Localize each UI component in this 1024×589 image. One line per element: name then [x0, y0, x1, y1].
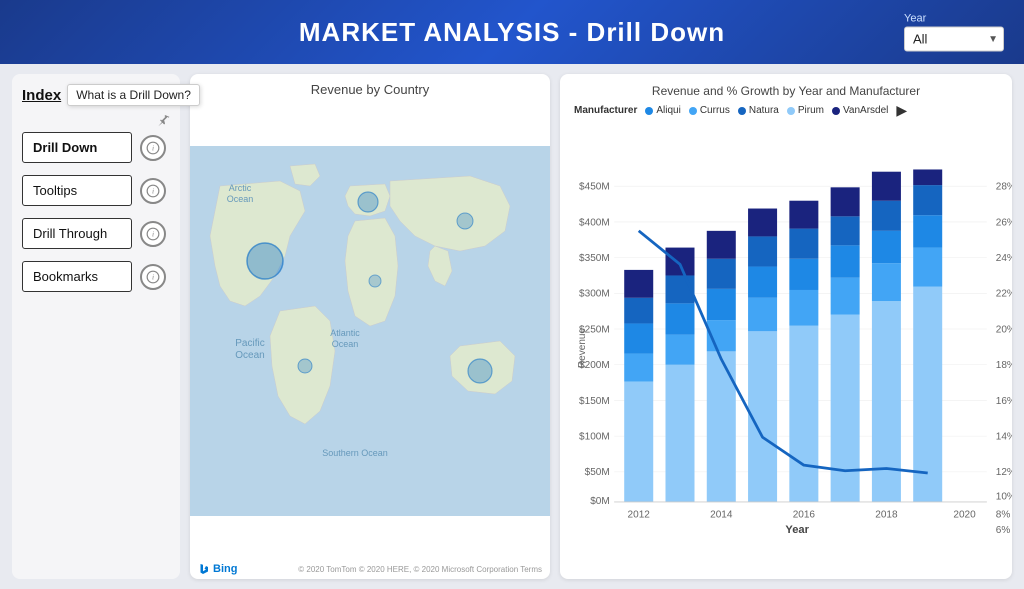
svg-text:$0M: $0M	[590, 496, 610, 507]
svg-text:$50M: $50M	[585, 467, 610, 478]
svg-text:14%: 14%	[996, 431, 1012, 442]
svg-text:i: i	[152, 143, 154, 152]
svg-text:Atlantic: Atlantic	[330, 328, 360, 338]
bar-2017[interactable]	[831, 187, 860, 502]
legend-currus: Currus	[689, 105, 730, 116]
map-title: Revenue by Country	[190, 74, 550, 101]
svg-text:$300M: $300M	[579, 289, 610, 300]
manufacturer-label: Manufacturer	[574, 105, 637, 116]
svg-text:i: i	[152, 186, 154, 195]
pirum-label: Pirum	[798, 105, 824, 116]
drill-down-tooltip: What is a Drill Down?	[67, 84, 200, 106]
svg-text:$450M: $450M	[579, 182, 610, 193]
svg-text:Pacific: Pacific	[235, 338, 264, 349]
bar-2019[interactable]	[913, 169, 942, 502]
natura-dot	[738, 107, 746, 115]
drill-down-info-icon[interactable]: i	[140, 135, 166, 161]
svg-text:2020: 2020	[953, 510, 976, 521]
legend-natura: Natura	[738, 105, 779, 116]
svg-text:Revenue: Revenue	[577, 328, 588, 369]
svg-text:10%: 10%	[996, 492, 1012, 503]
aliqui-label: Aliqui	[656, 105, 680, 116]
tooltips-button[interactable]: Tooltips	[22, 175, 132, 206]
svg-text:$400M: $400M	[579, 217, 610, 228]
bar-2012[interactable]	[624, 270, 653, 502]
svg-text:$150M: $150M	[579, 396, 610, 407]
header: MARKET ANALYSIS - Drill Down Year All 20…	[0, 0, 1024, 64]
svg-text:Arctic: Arctic	[229, 183, 252, 193]
aliqui-dot	[645, 107, 653, 115]
svg-text:Year: Year	[785, 524, 809, 536]
svg-text:Ocean: Ocean	[235, 350, 264, 361]
bar-2014[interactable]	[707, 231, 736, 502]
nav-item-drill-through: Drill Through i	[22, 218, 170, 249]
svg-text:24%: 24%	[996, 253, 1012, 264]
pirum-dot	[787, 107, 795, 115]
year-control: Year All 2012 2013 2014 2015 2016 2017 2…	[904, 13, 1004, 52]
main-content: Index What is a Drill Down? Drill Down i…	[0, 64, 1024, 589]
svg-text:i: i	[152, 229, 154, 238]
map-panel: Revenue by Country	[190, 74, 550, 579]
svg-text:20%: 20%	[996, 324, 1012, 335]
legend-aliqui: Aliqui	[645, 105, 680, 116]
chart-panel: Revenue and % Growth by Year and Manufac…	[560, 74, 1012, 579]
bookmarks-info-icon[interactable]: i	[140, 264, 166, 290]
bar-2018[interactable]	[872, 172, 901, 502]
svg-text:22%: 22%	[996, 289, 1012, 300]
nav-item-bookmarks: Bookmarks i	[22, 261, 170, 292]
chart-legend: Manufacturer Aliqui Currus Natura Pirum …	[574, 102, 998, 119]
currus-label: Currus	[700, 105, 730, 116]
svg-text:16%: 16%	[996, 396, 1012, 407]
bing-logo: Bing	[198, 563, 237, 575]
svg-text:2016: 2016	[793, 510, 816, 521]
page-title: MARKET ANALYSIS - Drill Down	[299, 17, 725, 48]
bar-chart-svg: $450M $400M $350M $300M $250M $200M $150…	[574, 125, 998, 571]
svg-text:26%: 26%	[996, 217, 1012, 228]
bookmarks-button[interactable]: Bookmarks	[22, 261, 132, 292]
bar-2015[interactable]	[748, 209, 777, 502]
legend-pirum: Pirum	[787, 105, 824, 116]
svg-text:6%: 6%	[996, 525, 1011, 536]
pin-icon	[22, 114, 170, 128]
natura-label: Natura	[749, 105, 779, 116]
drill-through-info-icon[interactable]: i	[140, 221, 166, 247]
sidebar: Index What is a Drill Down? Drill Down i…	[12, 74, 180, 579]
nav-item-tooltips: Tooltips i	[22, 175, 170, 206]
svg-text:12%: 12%	[996, 467, 1012, 478]
map-container[interactable]: Pacific Ocean Arctic Ocean Atlantic Ocea…	[190, 101, 550, 561]
chart-title: Revenue and % Growth by Year and Manufac…	[574, 84, 998, 98]
index-label: Index	[22, 87, 61, 104]
drill-down-button[interactable]: Drill Down	[22, 132, 132, 163]
svg-text:2012: 2012	[628, 510, 651, 521]
drill-through-button[interactable]: Drill Through	[22, 218, 132, 249]
year-select-wrapper: All 2012 2013 2014 2015 2016 2017 2018 2…	[904, 27, 1004, 52]
svg-text:8%: 8%	[996, 510, 1011, 521]
svg-text:2014: 2014	[710, 510, 733, 521]
nav-item-drill-down: Drill Down i	[22, 132, 170, 163]
sidebar-header: Index What is a Drill Down?	[22, 84, 170, 106]
svg-text:Southern Ocean: Southern Ocean	[322, 448, 388, 458]
vanarsdel-label: VanArsdel	[843, 105, 888, 116]
svg-text:$100M: $100M	[579, 431, 610, 442]
legend-arrow[interactable]: ▶	[896, 102, 907, 119]
chart-area: $450M $400M $350M $300M $250M $200M $150…	[574, 125, 998, 571]
svg-text:2018: 2018	[875, 510, 898, 521]
svg-text:$350M: $350M	[579, 253, 610, 264]
svg-text:18%: 18%	[996, 360, 1012, 371]
legend-vanarsdel: VanArsdel	[832, 105, 888, 116]
map-footer: Bing © 2020 TomTom © 2020 HERE, © 2020 M…	[190, 561, 550, 579]
vanarsdel-dot	[832, 107, 840, 115]
bing-label: Bing	[213, 563, 237, 575]
world-map-svg: Pacific Ocean Arctic Ocean Atlantic Ocea…	[190, 101, 550, 561]
svg-text:Ocean: Ocean	[227, 194, 254, 204]
svg-text:i: i	[152, 272, 154, 281]
tooltips-info-icon[interactable]: i	[140, 178, 166, 204]
svg-text:28%: 28%	[996, 182, 1012, 193]
svg-text:Ocean: Ocean	[332, 339, 359, 349]
year-select[interactable]: All 2012 2013 2014 2015 2016 2017 2018 2…	[904, 27, 1004, 52]
map-copyright: © 2020 TomTom © 2020 HERE, © 2020 Micros…	[298, 565, 542, 574]
currus-dot	[689, 107, 697, 115]
year-label: Year	[904, 13, 926, 25]
